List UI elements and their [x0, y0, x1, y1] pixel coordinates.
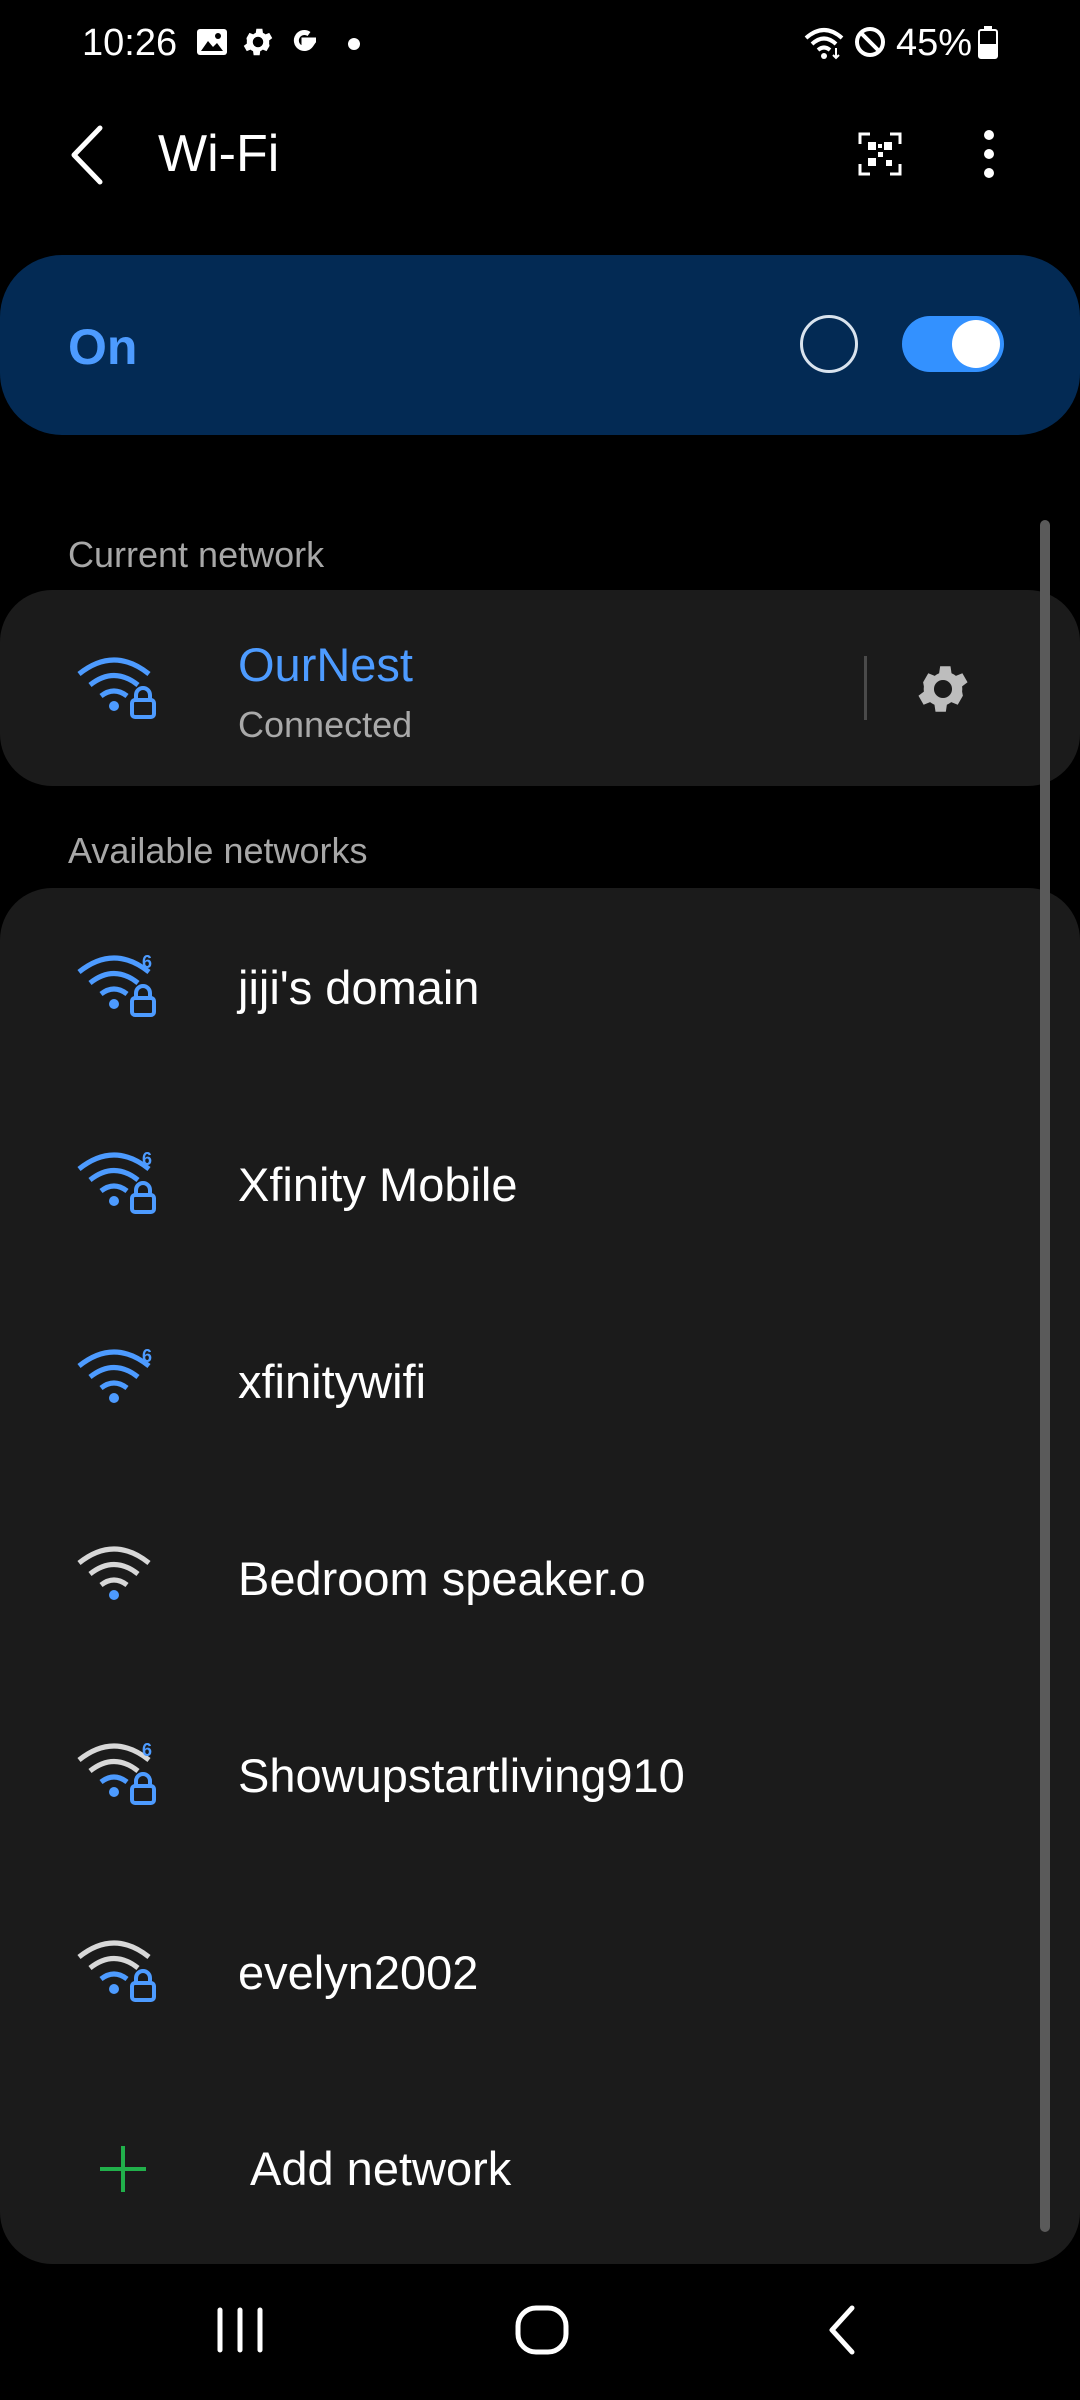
current-network-label: Current network — [68, 534, 325, 575]
network-name: jiji's domain — [238, 961, 480, 1014]
network-name: Bedroom speaker.o — [238, 1552, 646, 1605]
current-network-name: OurNest — [238, 638, 413, 691]
network-name: Xfinity Mobile — [238, 1158, 518, 1211]
svg-text:6: 6 — [142, 1346, 152, 1366]
recent-apps-icon[interactable] — [214, 2300, 266, 2360]
plus-icon — [100, 2146, 146, 2192]
wifi-locked-icon — [77, 1940, 156, 2002]
nav-back-icon[interactable] — [818, 2300, 868, 2360]
home-icon[interactable] — [512, 2300, 572, 2360]
do-not-disturb-icon — [855, 27, 885, 57]
battery-icon — [978, 26, 998, 59]
network-name: Showupstartliving910 — [238, 1749, 685, 1802]
network-name: evelyn2002 — [238, 1946, 479, 1999]
wifi6-locked-icon: 6 — [77, 1149, 156, 1214]
status-time: 10:26 — [82, 22, 178, 64]
wifi-icon — [77, 1546, 151, 1600]
toggle-knob — [952, 320, 1000, 368]
wifi-state-label: On — [68, 319, 138, 375]
network-name: xfinitywifi — [238, 1355, 427, 1408]
google-icon — [293, 30, 316, 51]
battery-percent: 45% — [896, 22, 973, 64]
gallery-icon — [197, 29, 227, 55]
back-arrow-icon[interactable] — [64, 122, 108, 188]
current-network-status: Connected — [238, 704, 413, 745]
network-settings-icon[interactable] — [912, 658, 974, 720]
dot-icon — [348, 38, 360, 50]
add-network-label: Add network — [250, 2142, 512, 2195]
more-options-icon[interactable] — [980, 128, 998, 180]
wifi-status-icon — [804, 28, 844, 60]
svg-text:6: 6 — [142, 1149, 152, 1169]
scrollbar[interactable] — [1040, 520, 1050, 2232]
page-title: Wi-Fi — [158, 125, 280, 183]
divider — [864, 656, 867, 720]
wifi6-icon: 6 — [77, 1346, 152, 1403]
available-networks-label: Available networks — [68, 830, 368, 871]
svg-text:6: 6 — [142, 1740, 152, 1760]
qr-scan-icon[interactable] — [856, 130, 904, 178]
wifi-locked-icon — [77, 657, 156, 719]
wifi6-locked-icon: 6 — [77, 952, 156, 1017]
svg-text:6: 6 — [142, 952, 152, 972]
radio-circle — [800, 315, 858, 373]
settings-gear-icon — [243, 28, 273, 56]
wifi-toggle-switch[interactable] — [902, 316, 1004, 372]
add-network-button[interactable] — [0, 2064, 1040, 2260]
wifi6-locked-icon: 6 — [77, 1740, 156, 1805]
